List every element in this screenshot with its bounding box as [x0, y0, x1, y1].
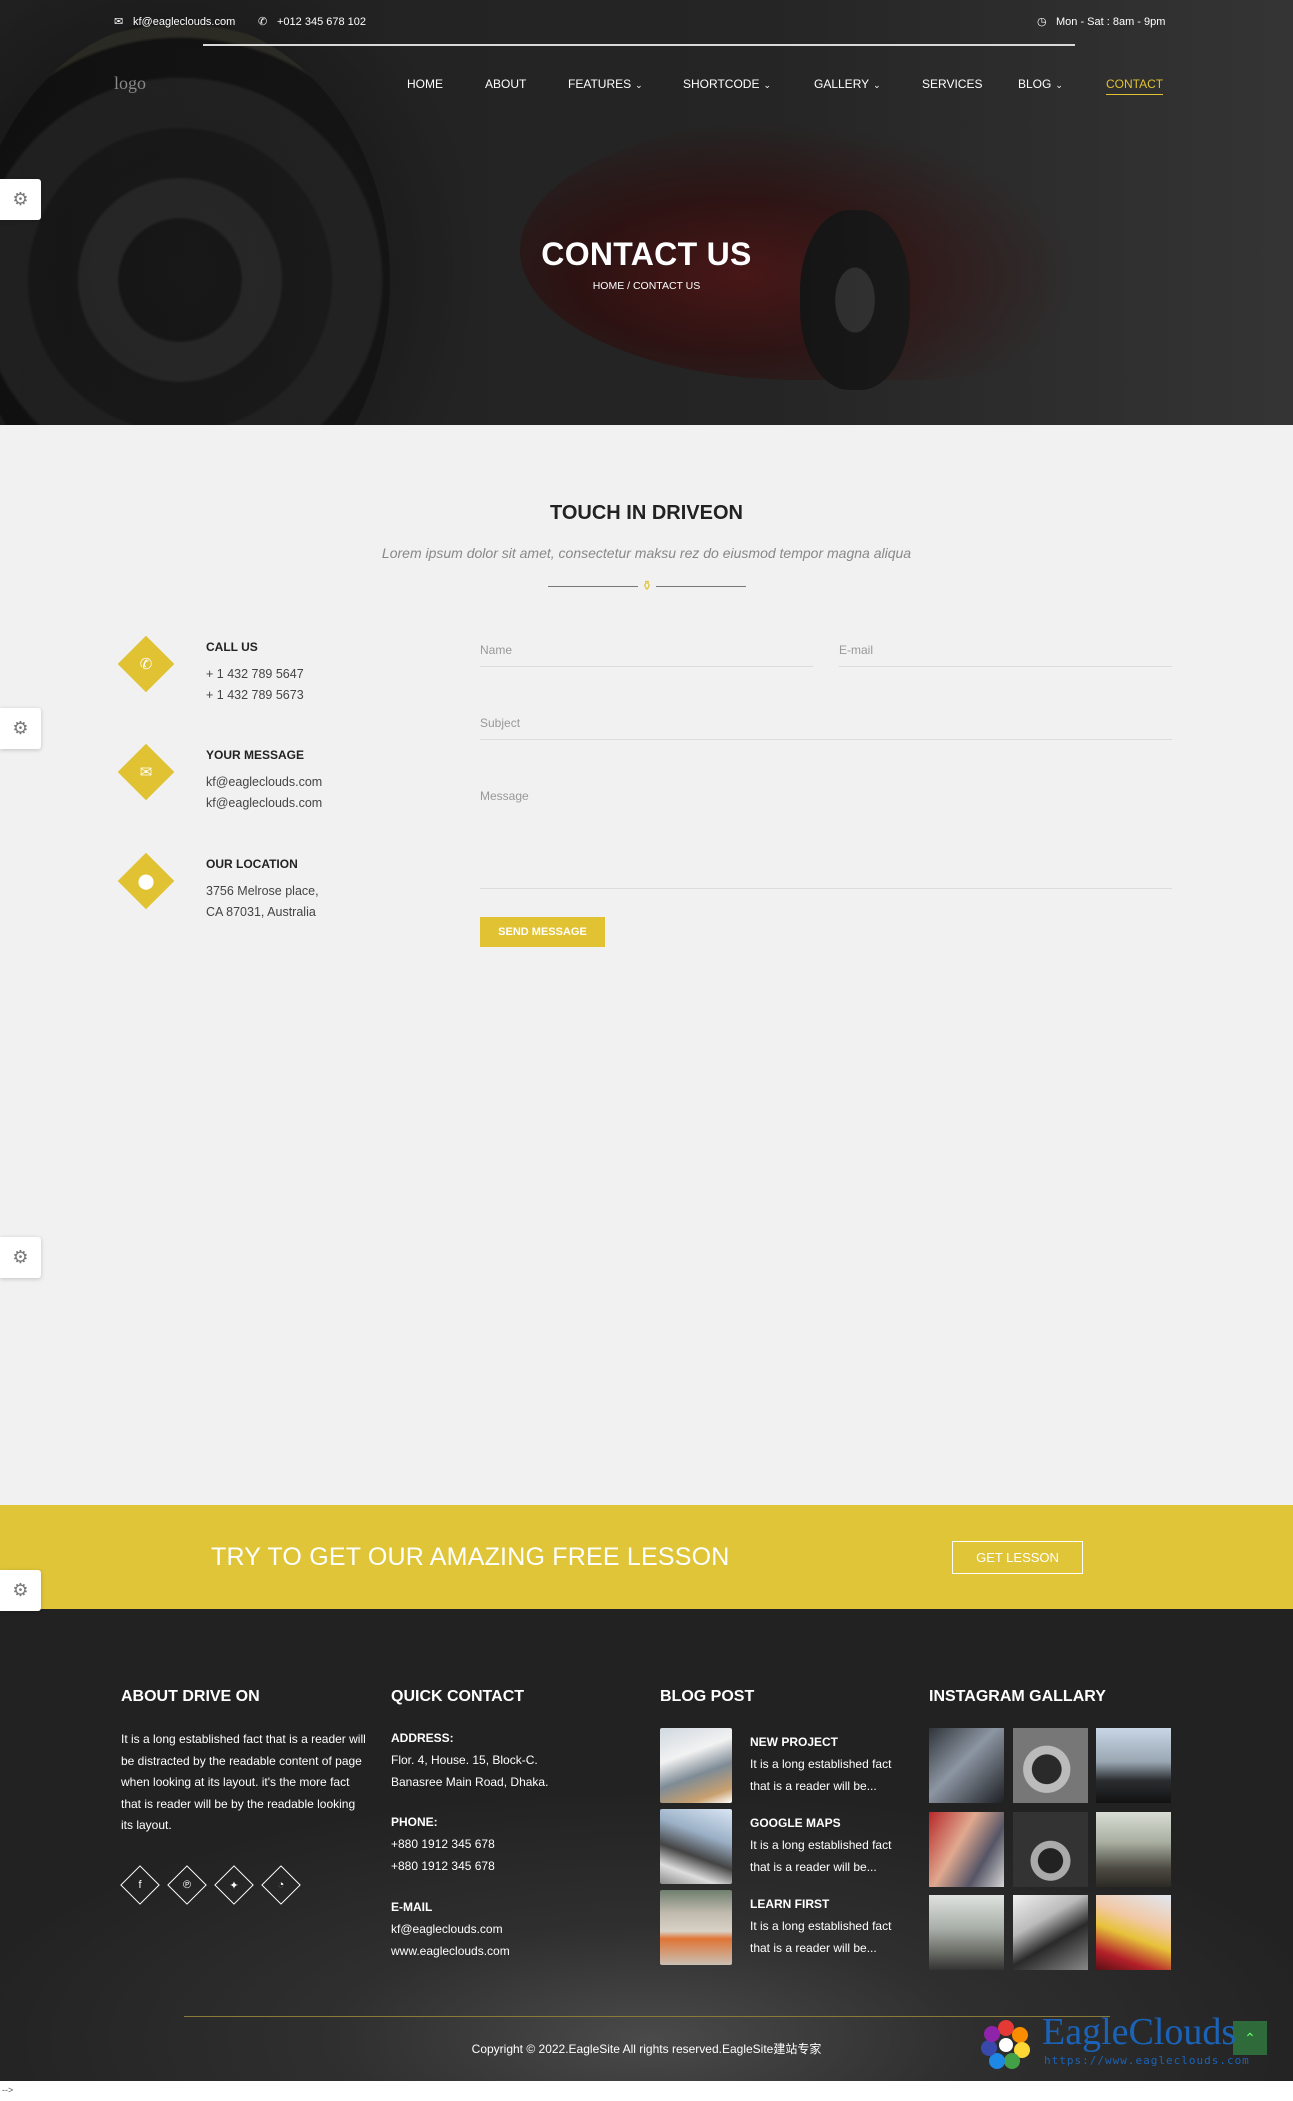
instagram-photo[interactable]	[1096, 1895, 1171, 1970]
send-message-button[interactable]: SEND MESSAGE	[480, 917, 605, 947]
instagram-photo[interactable]	[929, 1895, 1004, 1970]
nav-gallery[interactable]: GALLERY ⌄	[814, 77, 881, 91]
rss-link[interactable]: ◔	[261, 1865, 301, 1905]
nav-features[interactable]: FEATURES ⌄	[568, 77, 643, 91]
pinterest-link[interactable]: ℗	[167, 1865, 207, 1905]
nav-services[interactable]: SERVICES	[922, 77, 982, 91]
phone-icon: ✆	[258, 15, 268, 28]
settings-toggle-button[interactable]: ⚙	[0, 708, 41, 749]
gear-icon: ⚙	[12, 1580, 29, 1600]
footer-instagram-title: INSTAGRAM GALLARY	[929, 1688, 1106, 1705]
blog-thumbnail[interactable]	[660, 1809, 732, 1884]
blog-thumbnail[interactable]	[660, 1890, 732, 1965]
hero-banner: ✉ kf@eagleclouds.com ✆ +012 345 678 102 …	[0, 0, 1293, 425]
page-title: CONTACT US	[541, 236, 752, 272]
contact-info-location: ⬤ OUR LOCATION 3756 Melrose place, CA 87…	[117, 852, 421, 937]
instagram-photo[interactable]	[1013, 1895, 1088, 1970]
twitter-icon: ✦	[229, 1879, 239, 1892]
bottom-strip: -->	[0, 2081, 1293, 2101]
instagram-photo[interactable]	[1013, 1728, 1088, 1803]
nav-shortcode[interactable]: SHORTCODE ⌄	[683, 77, 771, 91]
envelope-icon: ✉	[139, 764, 153, 781]
top-bar: ✉ kf@eagleclouds.com ✆ +012 345 678 102 …	[0, 0, 1293, 44]
page: ✉ kf@eagleclouds.com ✆ +012 345 678 102 …	[0, 0, 1293, 2101]
gear-icon: ⚙	[12, 189, 29, 209]
settings-toggle-button[interactable]: ⚙	[0, 1237, 41, 1278]
chevron-down-icon: ⌄	[635, 80, 643, 90]
email-field[interactable]: E-mail	[839, 643, 1172, 667]
instagram-photo[interactable]	[929, 1728, 1004, 1803]
topbar-phone[interactable]: ✆ +012 345 678 102	[258, 16, 366, 28]
footer-about-title: ABOUT DRIVE ON	[121, 1688, 260, 1705]
blog-thumbnail[interactable]	[660, 1728, 732, 1803]
footer-blog-title: BLOG POST	[660, 1688, 755, 1705]
nav-home[interactable]: HOME	[407, 77, 443, 91]
cta-text: TRY TO GET OUR AMAZING FREE LESSON	[211, 1543, 730, 1571]
nav-blog[interactable]: BLOG ⌄	[1018, 77, 1063, 91]
twitter-link[interactable]: ✦	[214, 1865, 254, 1905]
footer-about-text: It is a long established fact that is a …	[121, 1732, 366, 1832]
map-pin-icon: ⬤	[137, 873, 155, 890]
breadcrumb[interactable]: HOME / CONTACT US	[0, 280, 1293, 292]
chevron-down-icon: ⌄	[1055, 80, 1063, 90]
contact-info-message: ✉ YOUR MESSAGE kf@eagleclouds.com kf@eag…	[117, 743, 421, 828]
chevron-down-icon: ⌄	[763, 80, 771, 90]
ornament-icon: ⚱	[641, 578, 653, 593]
name-field[interactable]: Name	[480, 643, 813, 667]
gear-icon: ⚙	[12, 1247, 29, 1267]
instagram-photo[interactable]	[1096, 1728, 1171, 1803]
settings-toggle-button[interactable]: ⚙	[0, 179, 41, 220]
rss-icon: ◔	[277, 1879, 285, 1891]
subject-field[interactable]: Subject	[480, 716, 1172, 740]
chevron-down-icon: ⌄	[873, 80, 881, 90]
main-nav: HOME ABOUT FEATURES ⌄ SHORTCODE ⌄ GALLERY ⌄…	[0, 77, 1293, 97]
footer-divider	[184, 2016, 1110, 2017]
facebook-icon: f	[138, 1879, 142, 1891]
section-title: TOUCH IN DRIVEON	[550, 502, 743, 524]
watermark-logo: EagleClouds https://www.eagleclouds.com	[980, 2010, 1280, 2070]
phone-icon: ✆	[139, 656, 153, 673]
instagram-photo[interactable]	[929, 1812, 1004, 1887]
settings-toggle-button[interactable]: ⚙	[0, 1570, 41, 1611]
pinterest-icon: ℗	[182, 1879, 192, 1891]
footer-contact-title: QUICK CONTACT	[391, 1688, 525, 1705]
flower-logo-icon	[981, 2020, 1030, 2069]
message-field[interactable]: Message	[480, 789, 1172, 889]
instagram-photo[interactable]	[1013, 1812, 1088, 1887]
topbar-divider	[203, 44, 1075, 46]
section-subtitle: Lorem ipsum dolor sit amet, consectetur …	[381, 545, 912, 561]
topbar-email[interactable]: ✉ kf@eagleclouds.com	[114, 16, 235, 28]
nav-contact[interactable]: CONTACT	[1106, 77, 1164, 95]
get-lesson-button[interactable]: GET LESSON	[952, 1541, 1083, 1574]
facebook-link[interactable]: f	[120, 1865, 160, 1905]
nav-about[interactable]: ABOUT	[485, 77, 526, 91]
cta-banner: TRY TO GET OUR AMAZING FREE LESSON GET L…	[0, 1505, 1293, 1609]
gear-icon: ⚙	[12, 718, 29, 738]
section-divider: ⚱	[548, 578, 746, 594]
instagram-photo[interactable]	[1096, 1812, 1171, 1887]
topbar-hours: ◷ Mon - Sat : 8am - 9pm	[1037, 15, 1166, 28]
contact-info-call: ✆ CALL US + 1 432 789 5647 + 1 432 789 5…	[117, 635, 421, 720]
envelope-icon: ✉	[114, 15, 124, 28]
clock-icon: ◷	[1037, 15, 1047, 28]
